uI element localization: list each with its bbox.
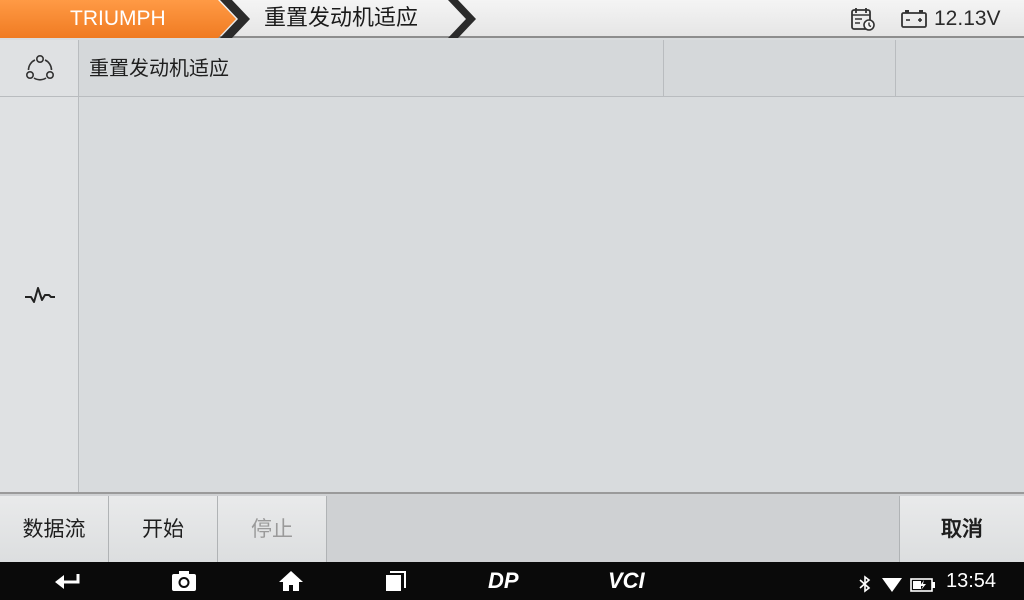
recent-apps-icon[interactable] bbox=[382, 569, 410, 593]
wifi-icon bbox=[882, 578, 902, 592]
back-icon[interactable] bbox=[52, 569, 82, 593]
table-header-cell-empty bbox=[664, 40, 896, 96]
dp-shortcut[interactable]: DP bbox=[488, 562, 519, 600]
vci-shortcut[interactable]: VCI bbox=[608, 562, 645, 600]
app-root: TRIUMPH 重置发动机适应 12.13V 重置发动机适应 数据流 开始 停止… bbox=[0, 0, 1024, 600]
content-area bbox=[80, 97, 1024, 492]
screenshot-camera-icon[interactable] bbox=[170, 569, 198, 593]
battery-icon bbox=[901, 10, 927, 28]
connection-cycle-icon bbox=[25, 54, 54, 81]
breadcrumb-brand[interactable]: TRIUMPH bbox=[0, 0, 236, 38]
battery-voltage: 12.13V bbox=[934, 7, 1001, 30]
status-clock: 13:54 bbox=[946, 570, 997, 592]
left-rail bbox=[0, 40, 79, 492]
table-header-row: 重置发动机适应 bbox=[79, 40, 1024, 97]
breadcrumb-page-title: 重置发动机适应 bbox=[264, 6, 419, 31]
system-navbar: DP VCI 13:54 bbox=[0, 562, 1024, 600]
header-bar: TRIUMPH 重置发动机适应 12.13V bbox=[0, 0, 1024, 38]
battery-charging-icon bbox=[910, 578, 935, 592]
breadcrumb-separator-end bbox=[448, 0, 476, 38]
bluetooth-icon bbox=[859, 575, 871, 593]
function-title: 重置发动机适应 bbox=[79, 40, 664, 96]
start-button[interactable]: 开始 bbox=[109, 496, 218, 562]
waveform-icon bbox=[24, 286, 55, 303]
calendar-icon[interactable] bbox=[850, 6, 876, 32]
datastream-button[interactable]: 数据流 bbox=[0, 496, 109, 562]
stop-button[interactable]: 停止 bbox=[218, 496, 327, 562]
home-icon[interactable] bbox=[277, 569, 305, 593]
rail-bottom-cell bbox=[0, 97, 79, 492]
cancel-button[interactable]: 取消 bbox=[899, 496, 1024, 562]
rail-top-cell bbox=[0, 40, 79, 97]
button-bar: 数据流 开始 停止 取消 bbox=[0, 492, 1024, 562]
